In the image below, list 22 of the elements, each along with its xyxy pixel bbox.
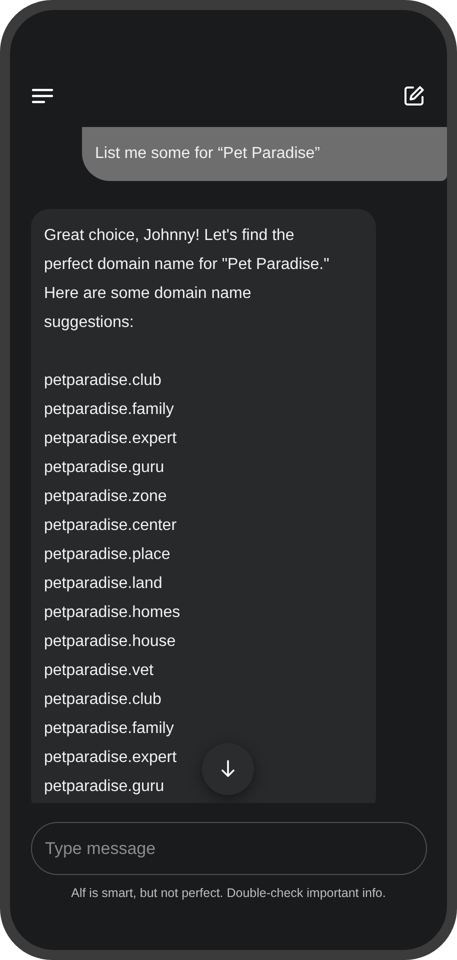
domain-suggestion: petparadise.house: [44, 632, 176, 652]
domain-suggestion: petparadise.family: [44, 719, 174, 739]
menu-icon[interactable]: [32, 88, 54, 104]
domain-suggestion: petparadise.place: [44, 545, 170, 565]
domain-suggestion: petparadise.land: [44, 574, 162, 594]
domain-suggestion: petparadise.expert: [44, 748, 177, 768]
domain-suggestion: petparadise.zone: [44, 487, 167, 507]
message-line: List me some for “Pet Paradise”: [95, 144, 320, 164]
domain-suggestion: petparadise.club: [44, 371, 162, 391]
message-input[interactable]: Type message: [31, 822, 427, 875]
domain-suggestion: petparadise.expert: [44, 429, 177, 449]
domain-suggestion: petparadise.guru: [44, 777, 164, 797]
domain-suggestion: petparadise.family: [44, 400, 174, 420]
domain-suggestion: petparadise.vet: [44, 661, 154, 681]
disclaimer-text: Alf is smart, but not perfect. Double-check important info.: [70, 886, 387, 900]
domain-suggestion: petparadise.center: [44, 516, 177, 536]
domain-suggestion: petparadise.guru: [44, 458, 164, 478]
edit-icon[interactable]: [403, 85, 425, 107]
domain-suggestion: petparadise.homes: [44, 603, 180, 623]
message-text: Great choice, Johnny! Let's find the perfect domain name for "Pet Paradise." Here are some domain name suggestions:: [44, 226, 330, 333]
down-arrow-icon: [220, 760, 234, 778]
domain-suggestion: petparadise.club: [44, 690, 162, 710]
